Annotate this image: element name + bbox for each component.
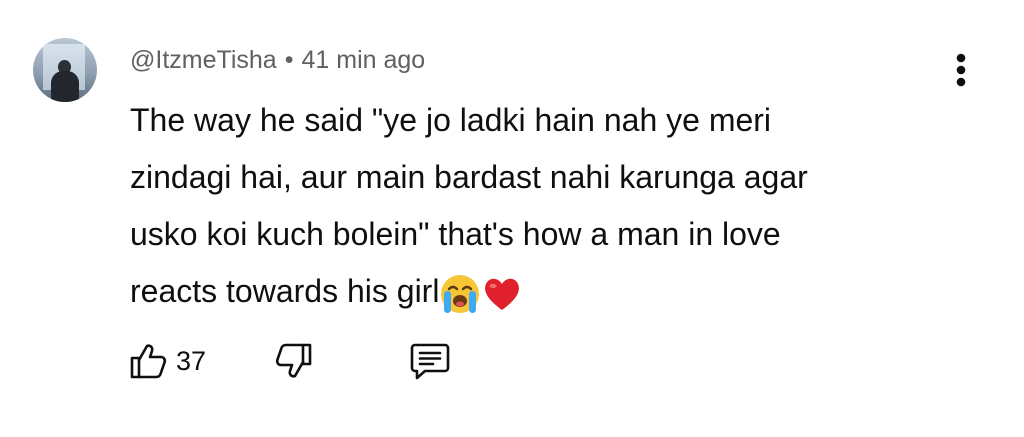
red-heart-emoji xyxy=(481,273,523,315)
comment-body: The way he said "ye jo ladki hain nah ye… xyxy=(130,92,920,320)
author-name[interactable]: @ItzmeTisha xyxy=(130,46,277,74)
comment-time[interactable]: 41 min ago xyxy=(301,46,425,74)
comment-line-1: The way he said "ye jo ladki hain nah ye… xyxy=(130,102,772,138)
comment-meta: @ItzmeTisha • 41 min ago xyxy=(130,44,425,76)
comment-thread: @ItzmeTisha • 41 min ago The way he said "… xyxy=(0,0,1024,437)
comment-line-4-wrapper: reacts towards his girl xyxy=(130,263,920,320)
like-button[interactable]: 37 xyxy=(128,338,206,384)
loudly-crying-face-emoji xyxy=(439,273,481,315)
comment-line-2: zindagi hai, aur main bardast nahi karun… xyxy=(130,159,808,195)
avatar-figure-body xyxy=(51,71,79,102)
vertical-dots-icon xyxy=(956,53,966,87)
comment-line-4: reacts towards his girl xyxy=(130,273,440,309)
comment-line-3: usko koi kuch bolein" that's how a man i… xyxy=(130,216,781,252)
more-actions-button[interactable] xyxy=(944,48,978,92)
avatar[interactable] xyxy=(33,38,97,102)
thumbs-up-icon xyxy=(130,344,167,379)
meta-separator: • xyxy=(284,46,294,74)
dislike-button[interactable] xyxy=(274,338,314,384)
thumbs-down-icon xyxy=(275,343,312,378)
reply-button[interactable] xyxy=(408,338,452,384)
reply-comment-icon xyxy=(410,343,450,380)
like-count: 37 xyxy=(176,345,207,376)
